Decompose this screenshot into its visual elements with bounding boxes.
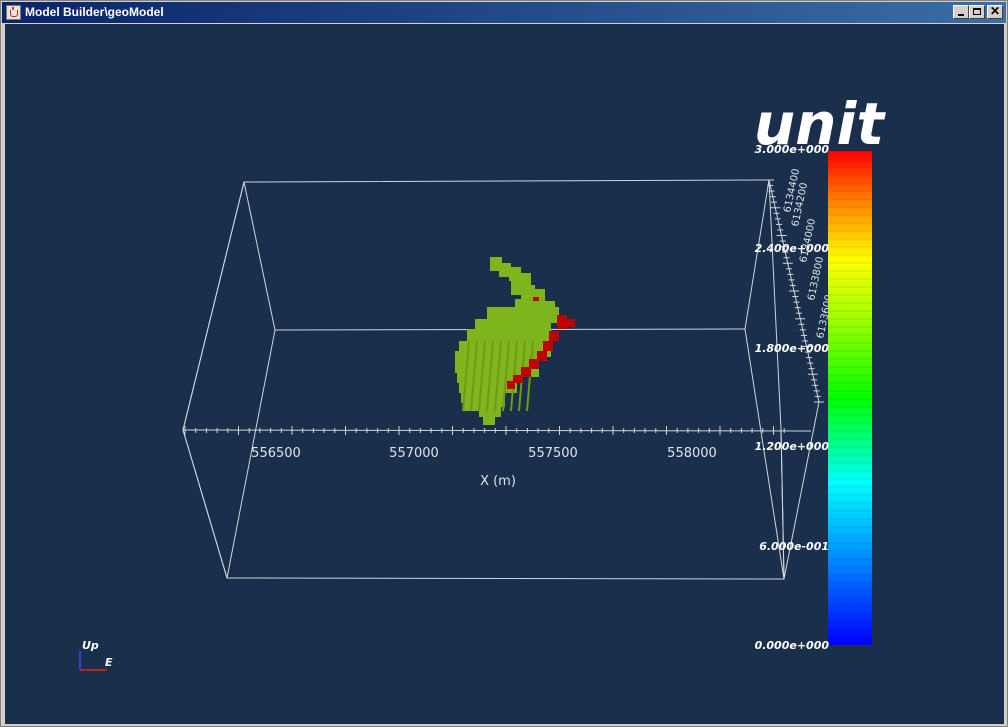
geo-model-blocks[interactable] bbox=[455, 257, 575, 425]
window-title: Model Builder\geoModel bbox=[25, 5, 164, 19]
title-bar[interactable]: Model Builder\geoModel ✕ bbox=[2, 2, 1006, 23]
model-block-high bbox=[507, 381, 515, 389]
minimize-button[interactable] bbox=[953, 5, 969, 19]
orientation-axes: Up E bbox=[79, 639, 113, 671]
scene-svg: 556500 557000 557500 558000 X (m) 613360… bbox=[79, 90, 886, 671]
close-icon: ✕ bbox=[989, 4, 1001, 18]
model-block-high bbox=[567, 319, 575, 327]
up-label: Up bbox=[82, 639, 99, 652]
model-block-high bbox=[533, 297, 539, 301]
maximize-button[interactable] bbox=[969, 5, 985, 19]
legend-label: 1.800e+000 bbox=[755, 342, 830, 355]
legend-label: 3.000e+000 bbox=[755, 143, 830, 156]
east-label: E bbox=[105, 656, 113, 669]
legend-label: 0.000e+000 bbox=[755, 639, 830, 652]
model-block bbox=[483, 413, 495, 425]
java-icon bbox=[6, 5, 21, 20]
x-tick-label: 556500 bbox=[251, 446, 301, 461]
minimize-icon bbox=[958, 14, 964, 16]
x-axis-tick-labels: 556500 557000 557500 558000 bbox=[251, 446, 717, 461]
x-tick-label: 558000 bbox=[667, 446, 717, 461]
legend-label: 2.400e+000 bbox=[755, 242, 830, 255]
x-tick-label: 557000 bbox=[389, 446, 439, 461]
legend-label: 6.000e-001 bbox=[759, 540, 829, 553]
app-window: Model Builder\geoModel ✕ 556500 557000 5… bbox=[0, 0, 1008, 727]
x-tick-label: 557500 bbox=[528, 446, 578, 461]
x-axis-label: X (m) bbox=[480, 474, 516, 489]
maximize-icon bbox=[973, 8, 981, 15]
legend-label: 1.200e+000 bbox=[755, 440, 830, 453]
model-block-high bbox=[543, 341, 553, 351]
y-tick-label: 6133800 bbox=[806, 256, 826, 302]
3d-viewport[interactable]: 556500 557000 557500 558000 X (m) 613360… bbox=[5, 24, 1004, 724]
model-block-high bbox=[557, 315, 567, 329]
close-button[interactable]: ✕ bbox=[987, 4, 1003, 19]
model-block-high bbox=[549, 331, 559, 341]
color-bar bbox=[828, 151, 872, 645]
